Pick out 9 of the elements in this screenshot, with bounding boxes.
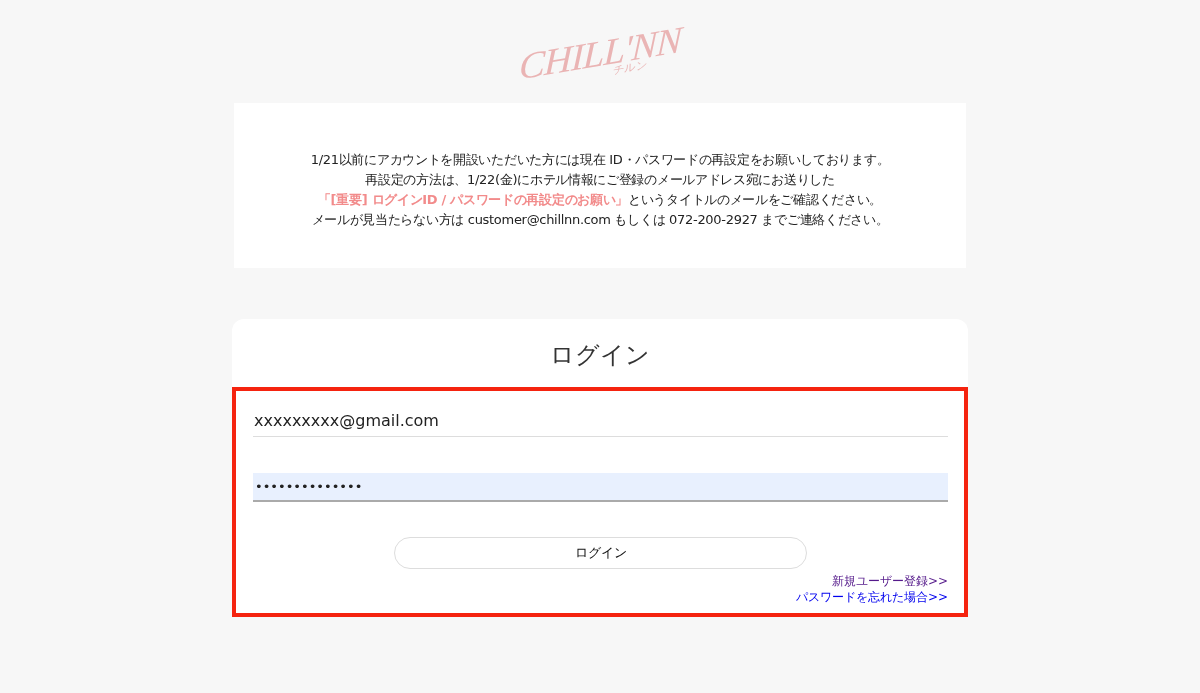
link[interactable]: 新規ユーザー登録>> — [831, 573, 948, 589]
notice-text: メールが見当たらない方は customer@chillnn.com もしくは 072-200-2927 までご連絡ください。 — [311, 210, 889, 229]
notice-text: 「[重要] ログインID / パスワードの再設定のお願い」というタイトルのメールをご確認ください。 — [317, 190, 883, 209]
notice-text: 再設定の方法は、1/22(金)にホテル情報にご登録のメールアドレス宛にお送りした — [365, 170, 835, 189]
password-field[interactable]: •••••••••••••• — [253, 473, 948, 502]
login-title: ログイン — [549, 340, 651, 371]
login-button[interactable]: ログイン — [394, 537, 807, 569]
notice-text: 1/21以前にアカウントを開設いただいた方には現在 ID・パスワードの再設定をお願いしております。 — [310, 150, 890, 169]
link[interactable]: パスワードを忘れた場合>> — [795, 589, 948, 605]
